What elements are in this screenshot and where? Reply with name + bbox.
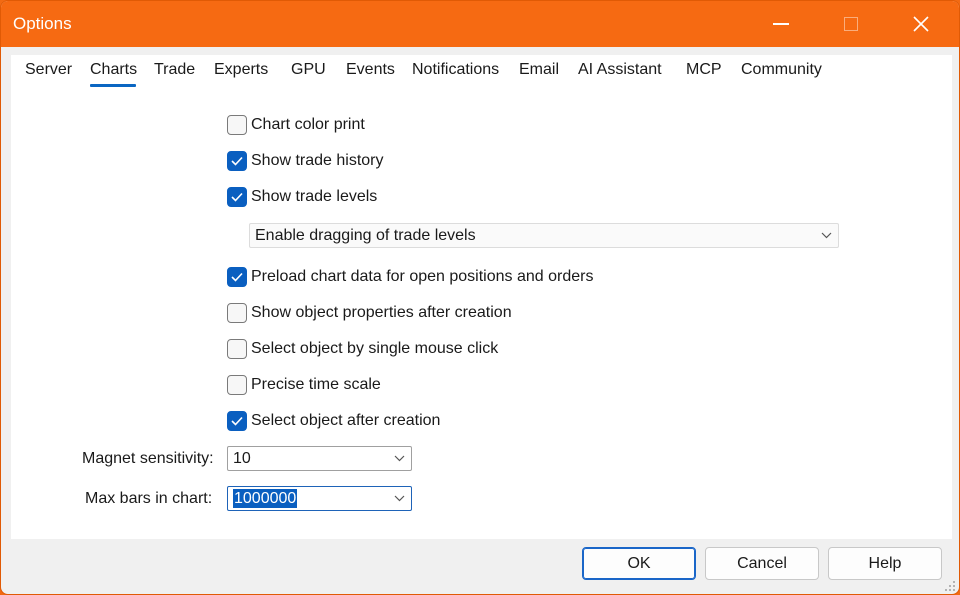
preload-chart-data-checkbox[interactable]: [227, 267, 247, 287]
select-after-creation-label: Select object after creation: [251, 412, 441, 429]
select-single-click-option[interactable]: Select object by single mouse click: [227, 338, 498, 360]
title-bar[interactable]: Options: [1, 1, 959, 47]
precise-time-scale-option[interactable]: Precise time scale: [227, 374, 381, 396]
max-bars-value[interactable]: 1000000: [233, 488, 298, 508]
chart-color-print-checkbox[interactable]: [227, 115, 247, 135]
precise-time-scale-label: Precise time scale: [251, 376, 381, 393]
tab-experts[interactable]: Experts: [214, 61, 268, 79]
checkmark-icon: [231, 156, 243, 166]
tab-bar: Server Charts Trade Experts GPU Events N…: [1, 55, 959, 89]
maximize-icon: [844, 17, 858, 31]
close-button[interactable]: [898, 1, 944, 47]
maximize-button: [828, 1, 874, 47]
magnet-sensitivity-select[interactable]: 10: [227, 446, 412, 471]
precise-time-scale-checkbox[interactable]: [227, 375, 247, 395]
chevron-down-icon: [814, 232, 838, 239]
checkmark-icon: [231, 192, 243, 202]
tab-email[interactable]: Email: [519, 61, 559, 79]
ok-button[interactable]: OK: [582, 547, 696, 580]
preload-chart-data-label: Preload chart data for open positions an…: [251, 268, 594, 285]
show-trade-levels-label: Show trade levels: [251, 188, 378, 205]
tab-notifications[interactable]: Notifications: [412, 61, 499, 79]
select-single-click-label: Select object by single mouse click: [251, 340, 499, 357]
show-trade-history-label: Show trade history: [251, 152, 384, 169]
select-after-creation-option[interactable]: Select object after creation: [227, 410, 440, 432]
chart-color-print-option[interactable]: Chart color print: [227, 114, 365, 136]
show-object-properties-option[interactable]: Show object properties after creation: [227, 302, 512, 324]
max-bars-combobox[interactable]: 1000000: [227, 486, 412, 511]
resize-grip-icon[interactable]: [943, 579, 957, 593]
minimize-icon: [773, 23, 789, 25]
magnet-sensitivity-value: 10: [233, 449, 251, 467]
cancel-button[interactable]: Cancel: [705, 547, 819, 580]
select-single-click-checkbox[interactable]: [227, 339, 247, 359]
max-bars-label: Max bars in chart:: [85, 490, 213, 507]
chart-color-print-label: Chart color print: [251, 116, 365, 133]
close-icon: [913, 16, 929, 32]
show-object-properties-checkbox[interactable]: [227, 303, 247, 323]
chevron-down-icon: [387, 495, 411, 502]
tab-charts[interactable]: Charts: [90, 61, 137, 79]
show-trade-history-option[interactable]: Show trade history: [227, 150, 384, 172]
tab-gpu[interactable]: GPU: [291, 61, 326, 79]
trade-levels-mode-value: Enable dragging of trade levels: [255, 226, 476, 244]
show-trade-levels-option[interactable]: Show trade levels: [227, 186, 377, 208]
checkmark-icon: [231, 416, 243, 426]
tab-trade[interactable]: Trade: [154, 61, 195, 79]
tab-ai-assistant[interactable]: AI Assistant: [578, 61, 662, 79]
show-trade-levels-checkbox[interactable]: [227, 187, 247, 207]
tab-server[interactable]: Server: [25, 61, 72, 79]
help-button[interactable]: Help: [828, 547, 942, 580]
preload-chart-data-option[interactable]: Preload chart data for open positions an…: [227, 266, 593, 288]
chevron-down-icon: [387, 455, 411, 462]
tab-community[interactable]: Community: [741, 61, 822, 79]
minimize-button[interactable]: [758, 1, 804, 47]
trade-levels-mode-select[interactable]: Enable dragging of trade levels: [249, 223, 839, 248]
options-dialog: Options Server Charts Trade Experts GPU …: [0, 0, 960, 595]
select-after-creation-checkbox[interactable]: [227, 411, 247, 431]
window-title: Options: [13, 14, 72, 33]
show-object-properties-label: Show object properties after creation: [251, 304, 512, 321]
tab-mcp[interactable]: MCP: [686, 61, 722, 79]
active-tab-indicator: [90, 84, 136, 87]
show-trade-history-checkbox[interactable]: [227, 151, 247, 171]
tab-events[interactable]: Events: [346, 61, 395, 79]
checkmark-icon: [231, 272, 243, 282]
magnet-sensitivity-label: Magnet sensitivity:: [82, 450, 214, 467]
